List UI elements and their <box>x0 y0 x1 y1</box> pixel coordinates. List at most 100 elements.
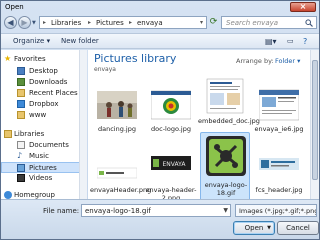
sidebar-item-videos[interactable]: Videos <box>1 173 86 184</box>
breadcrumb-pictures[interactable]: Pictures <box>96 19 124 27</box>
sidebar-label: Desktop <box>29 67 58 75</box>
file-tile-doc-logo[interactable]: doc-logo.jpg <box>146 85 196 145</box>
library-subtitle: envaya <box>94 66 116 73</box>
videos-icon <box>17 174 25 182</box>
file-tile-dancing[interactable]: dancing.jpg <box>92 85 142 145</box>
open-label: Open <box>244 224 264 232</box>
refresh-icon[interactable]: ⟳ <box>208 16 219 29</box>
sidebar-label: Libraries <box>14 130 45 138</box>
command-bar: Organize ▾ New folder ▤▾ ▭ ? <box>1 33 319 49</box>
sidebar-item-music[interactable]: ♪ Music <box>1 151 86 162</box>
sidebar-item-desktop[interactable]: Desktop <box>1 66 86 77</box>
arrange-by-value: Folder <box>275 57 296 65</box>
preview-pane-icon[interactable]: ▭ <box>287 37 294 45</box>
cancel-button[interactable]: Cancel <box>277 221 319 235</box>
sidebar-scrollbar[interactable] <box>79 50 87 199</box>
help-icon[interactable]: ? <box>303 37 307 46</box>
file-name-input[interactable]: envaya-logo-18.gif ▼ <box>81 204 231 217</box>
star-icon: ★ <box>4 54 12 63</box>
file-tile-envaya-header[interactable]: envayaHeader.png <box>90 146 152 199</box>
search-placeholder: Search envaya <box>226 19 279 27</box>
window-title: Open <box>5 3 24 11</box>
file-tile-envaya-ie6[interactable]: envaya_ie6.jpg <box>254 85 304 145</box>
sidebar-item-homegroup[interactable]: Homegroup <box>1 190 86 199</box>
search-input[interactable]: Search envaya <box>221 16 317 29</box>
file-type-value: Images (*.jpg;*.gif;*.png;*.doc; <box>239 207 317 215</box>
file-list-scrollbar[interactable] <box>310 50 319 199</box>
organize-button[interactable]: Organize ▾ <box>13 37 50 45</box>
sidebar-item-libraries[interactable]: Libraries <box>1 129 86 140</box>
dancing-thumbnail <box>97 91 137 119</box>
file-tile-envaya-header-2[interactable]: ENVAYA envaya-header-2.png <box>146 146 196 199</box>
chevron-right-icon[interactable]: ▸ <box>129 19 132 26</box>
envaya-header-thumbnail <box>97 167 137 179</box>
back-button[interactable]: ◀ <box>4 16 17 29</box>
arrange-by-dropdown[interactable]: Folder ▾ <box>275 57 300 65</box>
chevron-right-icon: ▸ <box>43 19 47 26</box>
forward-button[interactable]: ▶ <box>18 16 31 29</box>
sidebar-label: Documents <box>29 141 69 149</box>
open-dialog: Open × ◀ ▶ ▼ ▸ Libraries ▸ Pictures ▸ en… <box>0 0 320 240</box>
chevron-down-icon[interactable]: ▾ <box>200 19 203 26</box>
close-button[interactable]: × <box>290 2 316 12</box>
address-bar[interactable]: ▸ Libraries ▸ Pictures ▸ envaya ▾ <box>39 16 207 29</box>
chevron-down-icon[interactable]: ▼ <box>223 207 228 214</box>
organize-label: Organize <box>13 37 45 45</box>
embedded-doc-thumbnail <box>206 78 244 114</box>
title-bar: Open × <box>1 1 319 13</box>
sidebar-label: Recent Places <box>29 89 78 97</box>
scrollbar-thumb[interactable] <box>312 60 318 180</box>
homegroup-icon <box>4 191 12 199</box>
sidebar-label: Downloads <box>29 78 68 86</box>
envaya-ie6-thumbnail <box>259 89 299 121</box>
dialog-footer: File name: envaya-logo-18.gif ▼ Images (… <box>1 199 319 239</box>
navigation-pane: ★ Favorites Desktop Downloads Recent Pla… <box>1 50 87 199</box>
chevron-down-icon[interactable]: ▼ <box>267 222 271 234</box>
recent-locations-dropdown[interactable]: ▼ <box>32 20 36 26</box>
arrange-by-label: Arrange by: <box>236 57 274 65</box>
sidebar-item-recent-places[interactable]: Recent Places <box>1 88 86 99</box>
library-title: Pictures library <box>94 52 177 65</box>
breadcrumb-libraries[interactable]: Libraries <box>51 19 81 27</box>
file-type-select[interactable]: Images (*.jpg;*.gif;*.png;*.doc; <box>235 204 317 217</box>
chevron-right-icon[interactable]: ▸ <box>88 19 91 26</box>
envaya-header-2-thumbnail: ENVAYA <box>151 156 191 170</box>
file-name: fcs_header.jpg <box>255 186 303 194</box>
file-name: envaya-logo-18.gif <box>204 181 248 197</box>
file-name-label: File name: <box>43 207 80 215</box>
sidebar-label: www <box>29 111 47 119</box>
sidebar-label: Homegroup <box>14 191 56 199</box>
view-options-icon[interactable]: ▤▾ <box>265 37 277 46</box>
file-tile-embedded-doc[interactable]: embedded_doc.jpg <box>198 77 260 137</box>
file-name: envayaHeader.png <box>90 186 152 194</box>
sidebar-item-documents[interactable]: Documents <box>1 140 86 151</box>
envaya-logo-text: ENVAYA <box>163 161 187 168</box>
sidebar-item-downloads[interactable]: Downloads <box>1 77 86 88</box>
file-name: doc-logo.jpg <box>151 125 191 133</box>
sidebar-label: Dropbox <box>29 100 59 108</box>
file-list-pane: Pictures library envaya Arrange by: Fold… <box>88 50 319 199</box>
envaya-logo-18-thumbnail <box>206 136 246 176</box>
sidebar-item-pictures[interactable]: Pictures <box>1 162 86 173</box>
desktop-icon <box>17 67 25 75</box>
pictures-icon <box>17 164 25 172</box>
sidebar-item-www[interactable]: www <box>1 110 86 121</box>
navigation-bar: ◀ ▶ ▼ ▸ Libraries ▸ Pictures ▸ envaya ▾ … <box>1 14 319 32</box>
libraries-icon <box>4 130 12 138</box>
fcs-header-thumbnail <box>259 158 299 170</box>
sidebar-item-dropbox[interactable]: Dropbox <box>1 99 86 110</box>
sidebar-label: Favorites <box>14 55 46 63</box>
sidebar-item-favorites[interactable]: ★ Favorites <box>1 54 86 65</box>
sidebar-label: Pictures <box>29 164 57 172</box>
file-name: dancing.jpg <box>98 125 136 133</box>
dropbox-icon <box>17 100 25 108</box>
breadcrumb-envaya[interactable]: envaya <box>137 19 163 27</box>
search-icon <box>305 19 313 27</box>
new-folder-button[interactable]: New folder <box>61 37 99 45</box>
file-name: envaya_ie6.jpg <box>254 125 304 133</box>
sidebar-label: Videos <box>29 174 53 182</box>
file-tile-fcs-header[interactable]: fcs_header.jpg <box>254 146 304 199</box>
file-tile-envaya-logo-18[interactable]: envaya-logo-18.gif <box>200 132 250 199</box>
open-button[interactable]: Open ▼ <box>233 221 275 235</box>
sidebar-label: Music <box>29 152 49 160</box>
